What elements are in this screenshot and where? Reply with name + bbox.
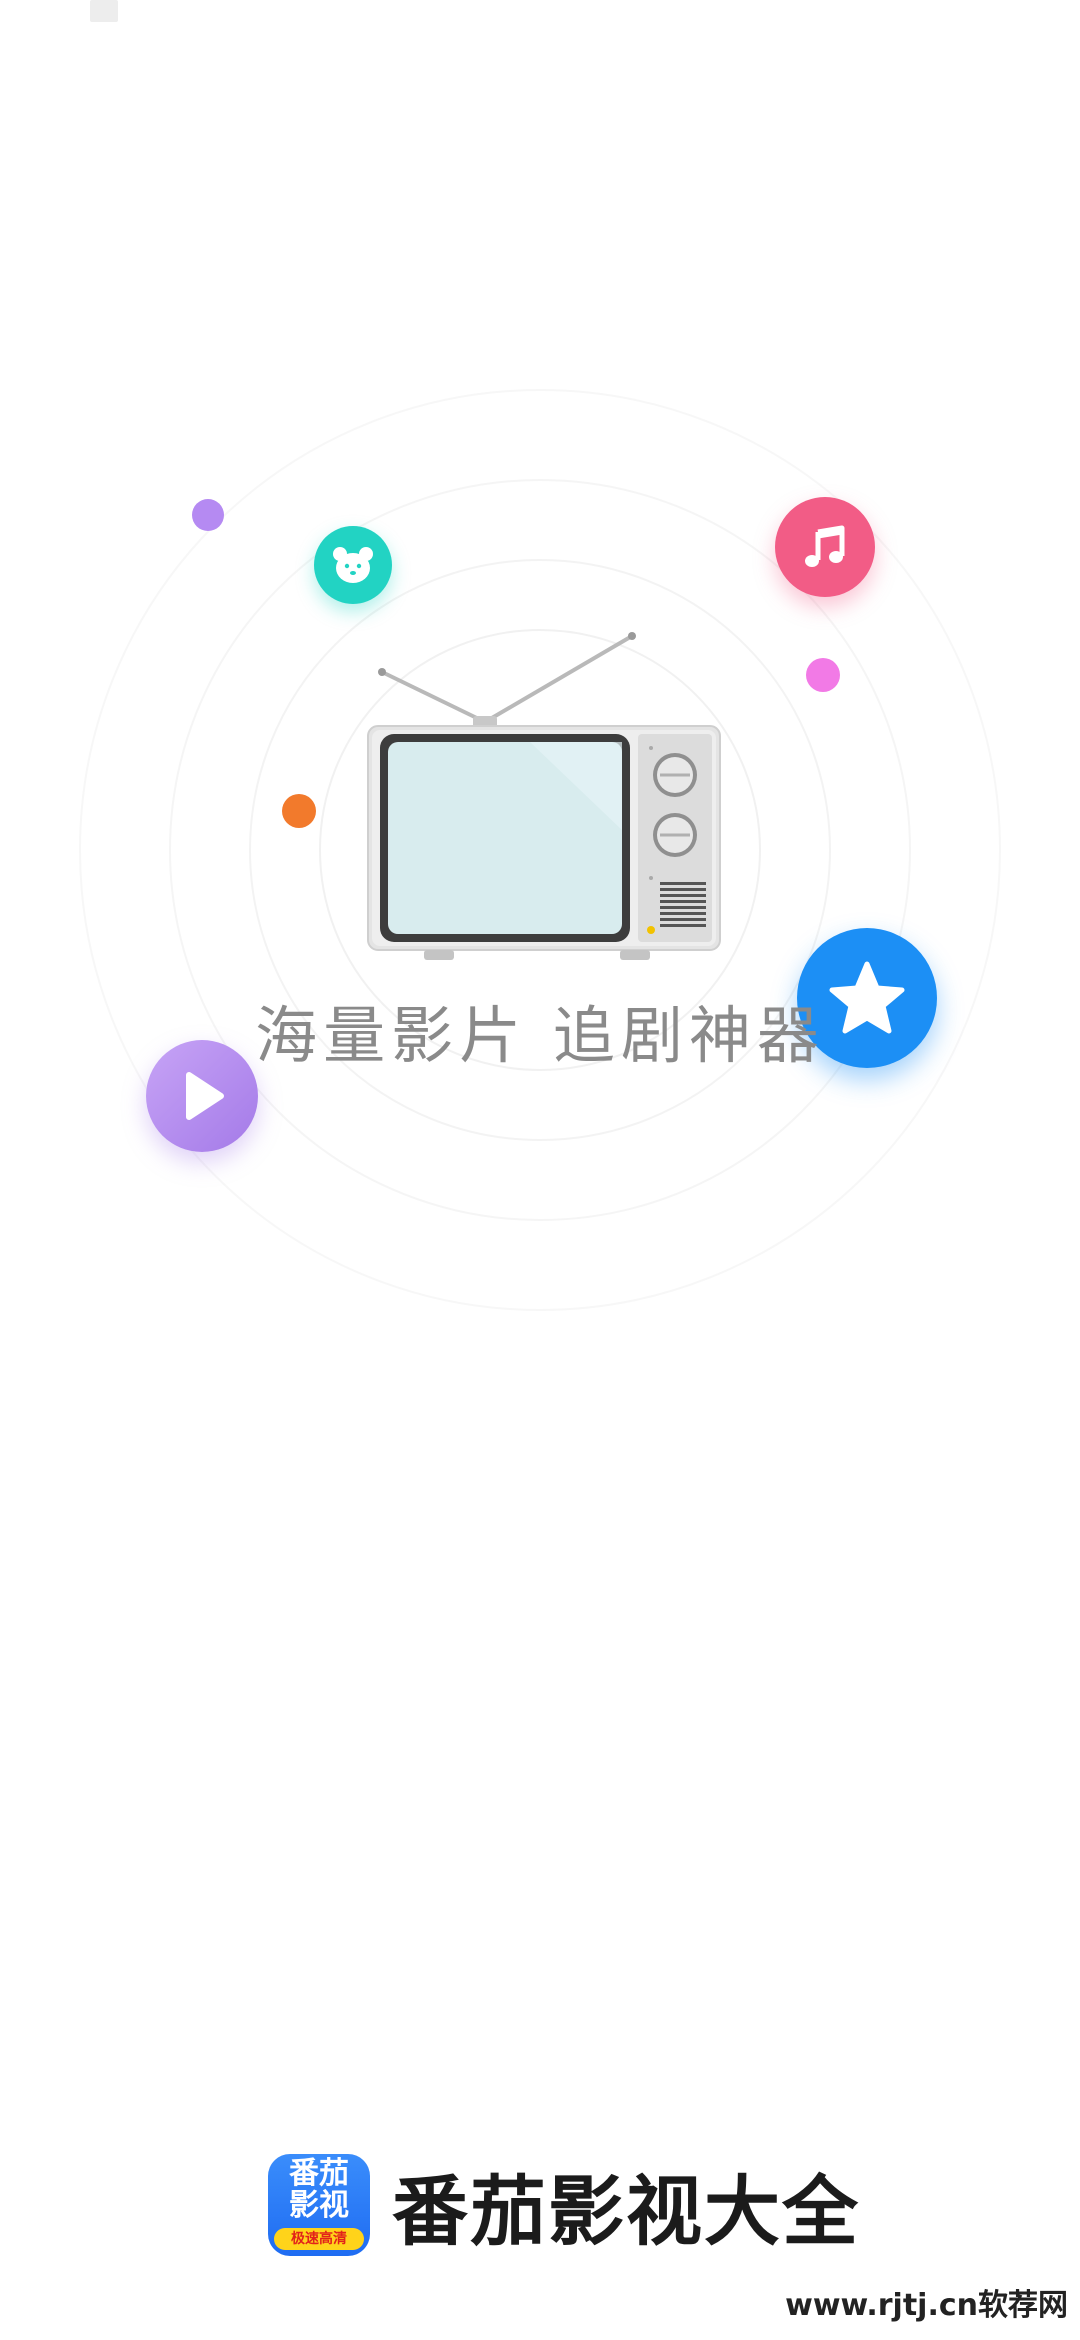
- orange-dot: [282, 794, 316, 828]
- watermark-text: www.rjtj.cn软荐网: [785, 2288, 1068, 2323]
- bear-icon: [333, 547, 373, 583]
- music-bubble: [775, 497, 875, 597]
- music-note-icon: [805, 525, 845, 567]
- splash-screen: 海量影片 追剧神器 番茄 影视 极速高清 番茄影视大全 www.rjtj.cn软…: [0, 0, 1080, 2340]
- bear-bubble: [314, 526, 392, 604]
- brand-footer: 番茄 影视 极速高清 番茄影视大全: [268, 2150, 860, 2260]
- play-icon: [186, 1072, 224, 1120]
- app-name: 番茄影视大全: [392, 2167, 860, 2256]
- slogan-text: 海量影片 追剧神器: [255, 999, 825, 1072]
- pink-dot: [806, 658, 840, 692]
- app-logo-icon: 番茄 影视 极速高清: [268, 2154, 370, 2256]
- app-logo-line1: 番茄: [289, 2156, 349, 2191]
- app-logo-line2: 影视: [289, 2188, 349, 2223]
- tv-illustration: [367, 632, 721, 960]
- purple-dot: [192, 499, 224, 531]
- app-logo-tag: 极速高清: [274, 2228, 364, 2250]
